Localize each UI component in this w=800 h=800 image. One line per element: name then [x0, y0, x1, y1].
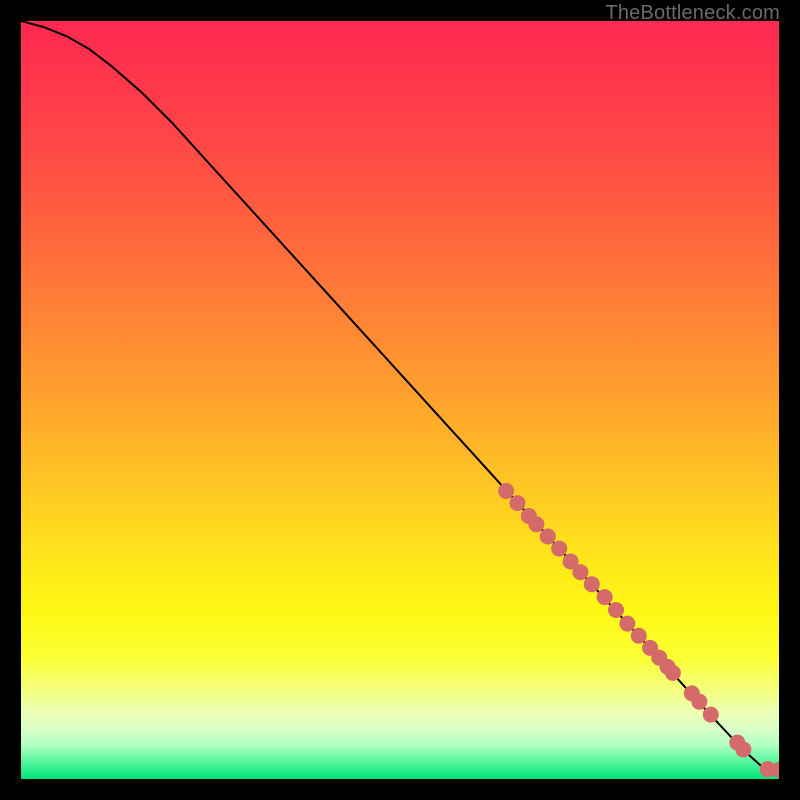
- data-point: [703, 707, 719, 723]
- data-point: [528, 516, 544, 532]
- data-point: [509, 495, 525, 511]
- data-point: [551, 541, 567, 557]
- data-point: [540, 528, 556, 544]
- chart-svg: [21, 21, 779, 779]
- watermark-text: TheBottleneck.com: [605, 2, 780, 25]
- data-point: [608, 602, 624, 618]
- data-point: [619, 616, 635, 632]
- data-point: [665, 665, 681, 681]
- data-point: [572, 564, 588, 580]
- chart-stage: TheBottleneck.com: [0, 0, 800, 800]
- data-point: [631, 628, 647, 644]
- plot-area: [21, 21, 779, 779]
- data-point: [498, 483, 514, 499]
- data-point: [691, 694, 707, 710]
- data-point: [597, 589, 613, 605]
- data-point: [584, 576, 600, 592]
- data-point: [735, 741, 751, 757]
